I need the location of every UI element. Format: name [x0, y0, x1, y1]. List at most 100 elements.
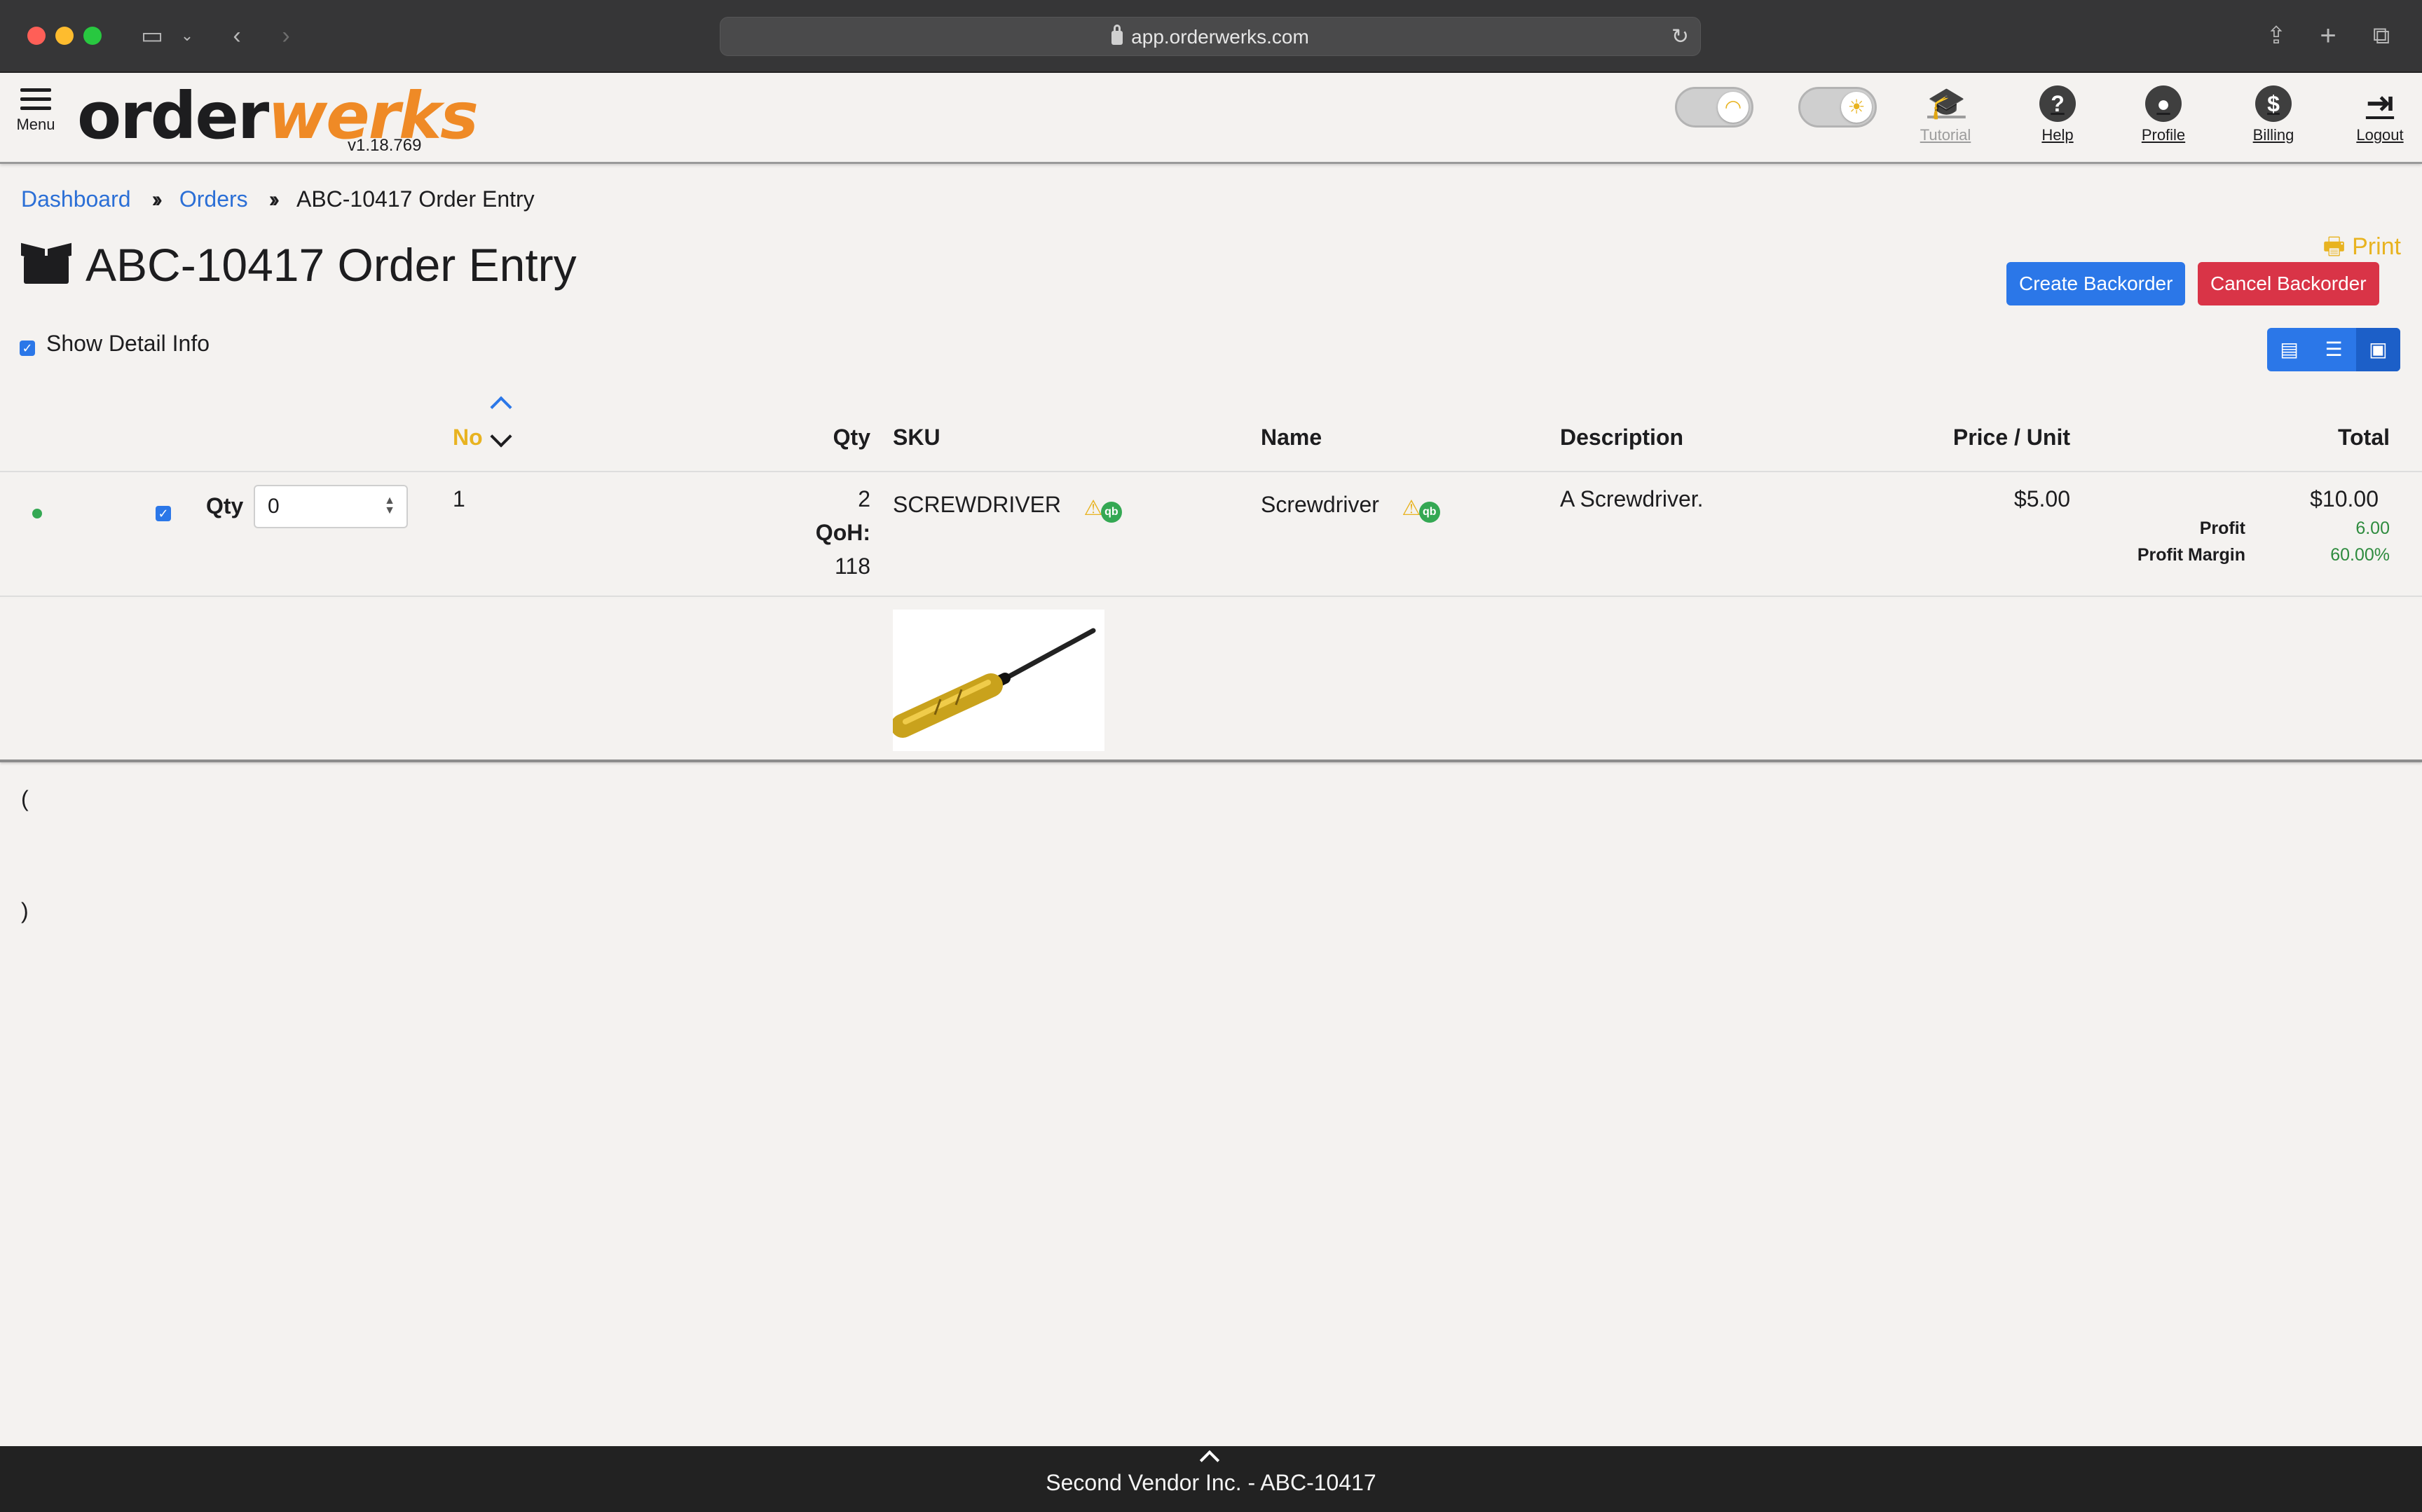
- logout-label: Logout: [2356, 126, 2404, 144]
- qoh-label: QoH:: [815, 520, 870, 545]
- profile-label: Profile: [2141, 126, 2186, 144]
- box-icon: [21, 242, 71, 284]
- lock-icon: [1111, 25, 1123, 45]
- sort-ascending-icon[interactable]: [490, 396, 512, 418]
- printer-icon: 🖶: [2322, 233, 2353, 260]
- quickbooks-icon[interactable]: qb: [1100, 502, 1122, 523]
- row-total: $10.00: [2310, 486, 2379, 511]
- qoh-value: 118: [834, 554, 870, 579]
- show-detail-label: Show Detail Info: [46, 331, 210, 356]
- breadcrumb-orders[interactable]: Orders: [179, 186, 248, 212]
- logo-part-order: order: [77, 78, 269, 153]
- network-toggle[interactable]: ◠: [1675, 87, 1753, 128]
- stepper-icon[interactable]: ▲ ▼: [384, 495, 395, 516]
- qty-input-value: 0: [268, 495, 280, 518]
- column-price: Price / Unit: [1952, 425, 2070, 450]
- reload-icon[interactable]: ↻: [1671, 18, 1689, 57]
- cancel-backorder-button[interactable]: Cancel Backorder: [2198, 262, 2379, 305]
- quickbooks-icon[interactable]: qb: [1418, 502, 1440, 523]
- print-label: Print: [2352, 233, 2401, 260]
- detail-view-icon[interactable]: ▤: [2267, 328, 2311, 371]
- status-dot: [32, 509, 42, 518]
- column-description: Description: [1560, 425, 1684, 450]
- minimize-window-button[interactable]: [55, 27, 74, 45]
- profit-margin-value: 60.00%: [2330, 545, 2390, 565]
- version-label: v1.18.769: [348, 136, 422, 155]
- row-name: Screwdriver ⚠ qb: [1261, 492, 1440, 523]
- footer-bar[interactable]: Second Vendor Inc. - ABC-10417: [0, 1446, 2422, 1512]
- address-bar[interactable]: app.orderwerks.com ↻: [720, 17, 1701, 56]
- column-name: Name: [1261, 425, 1322, 450]
- view-mode-group: ▤ ☰ ▣: [2267, 328, 2400, 371]
- row-qty: 2: [858, 486, 870, 511]
- footer-text: Second Vendor Inc. - ABC-10417: [1046, 1470, 1376, 1495]
- breadcrumb-separator-icon: ››: [151, 186, 163, 212]
- breadcrumb-current: ABC-10417 Order Entry: [296, 186, 535, 212]
- row-select-checkbox[interactable]: ✓: [156, 496, 171, 522]
- warning-icon[interactable]: ⚠: [1083, 498, 1104, 519]
- page-title: ABC-10417 Order Entry: [21, 238, 577, 291]
- menu-button[interactable]: Menu: [14, 88, 57, 134]
- tab-overview-icon[interactable]: ⧉: [2367, 20, 2395, 52]
- back-icon[interactable]: ‹: [223, 20, 251, 52]
- app-header: Menu orderwerks v1.18.769 ◠ ☀ 🎓 Tutorial…: [0, 73, 2422, 164]
- qty-input[interactable]: 0 ▲ ▼: [254, 485, 408, 528]
- billing-label: Billing: [2252, 126, 2294, 144]
- page-title-text: ABC-10417 Order Entry: [85, 239, 577, 291]
- sidebar-toggle-icon[interactable]: ▭: [135, 20, 170, 52]
- wifi-icon: ◠: [1718, 92, 1749, 123]
- profile-link[interactable]: ● Profile: [2121, 85, 2205, 144]
- column-sku: SKU: [893, 425, 940, 450]
- question-icon: ?: [2039, 85, 2076, 122]
- row-description: A Screwdriver.: [1560, 486, 1704, 511]
- menu-label: Menu: [16, 116, 55, 133]
- hamburger-icon: [14, 88, 57, 110]
- product-image[interactable]: [891, 610, 1104, 751]
- create-backorder-button[interactable]: Create Backorder: [2006, 262, 2186, 305]
- forward-icon[interactable]: ›: [272, 20, 300, 52]
- logout-icon: ⇥: [2365, 85, 2395, 122]
- browser-toolbar: ▭ ⌄ ‹ › app.orderwerks.com ↻ ⇪ + ⧉: [0, 0, 2422, 73]
- table-header: No Qty SKU Name Description Price / Unit…: [0, 392, 2422, 472]
- dollar-icon: $: [2255, 85, 2292, 122]
- graduation-cap-icon: 🎓: [1927, 86, 1966, 121]
- column-no[interactable]: No: [453, 425, 483, 451]
- billing-link[interactable]: $ Billing: [2231, 85, 2315, 144]
- qty-input-label: Qty: [206, 493, 244, 518]
- address-text: app.orderwerks.com: [1131, 26, 1309, 48]
- show-detail-toggle[interactable]: ✓ Show Detail Info: [20, 331, 210, 357]
- zoom-window-button[interactable]: [83, 27, 102, 45]
- share-icon[interactable]: ⇪: [2262, 20, 2290, 52]
- notes-open: (: [21, 786, 29, 811]
- chevron-up-icon[interactable]: [1199, 1450, 1220, 1471]
- user-icon: ●: [2145, 85, 2182, 122]
- help-label: Help: [2041, 126, 2074, 144]
- help-link[interactable]: ? Help: [2016, 85, 2100, 144]
- new-tab-icon[interactable]: +: [2314, 20, 2342, 52]
- breadcrumb-separator-icon: ››: [268, 186, 280, 212]
- row-price: $5.00: [2013, 486, 2070, 511]
- profit-label: Profit: [2199, 518, 2245, 538]
- warning-icon[interactable]: ⚠: [1401, 498, 1422, 519]
- list-view-icon[interactable]: ☰: [2311, 328, 2355, 371]
- notes-close: ): [21, 898, 29, 923]
- logout-link[interactable]: ⇥ Logout: [2338, 85, 2422, 144]
- breadcrumb: Dashboard ›› Orders ›› ABC-10417 Order Entry: [21, 186, 535, 212]
- profit-value: 6.00: [2355, 518, 2390, 538]
- screwdriver-icon: [891, 628, 1096, 738]
- show-detail-checkbox[interactable]: ✓: [20, 341, 35, 356]
- chevron-down-icon[interactable]: ⌄: [177, 20, 198, 52]
- tutorial-link[interactable]: 🎓 Tutorial: [1903, 85, 1987, 144]
- row-no: 1: [453, 486, 465, 511]
- image-view-icon[interactable]: ▣: [2355, 328, 2400, 371]
- profit-margin-label: Profit Margin: [2137, 545, 2245, 565]
- name-text: Screwdriver: [1261, 492, 1379, 517]
- close-window-button[interactable]: [27, 27, 46, 45]
- breadcrumb-dashboard[interactable]: Dashboard: [21, 186, 131, 212]
- product-image-row: [0, 598, 2422, 762]
- table-row: ✓ Qty 0 ▲ ▼ 1 2 QoH: 118 SCREWDRIVER ⚠ qb …: [0, 474, 2422, 597]
- theme-toggle[interactable]: ☀: [1798, 87, 1877, 128]
- column-qty: Qty: [833, 425, 870, 450]
- sku-text: SCREWDRIVER: [893, 492, 1062, 517]
- sort-descending-icon[interactable]: [490, 425, 512, 448]
